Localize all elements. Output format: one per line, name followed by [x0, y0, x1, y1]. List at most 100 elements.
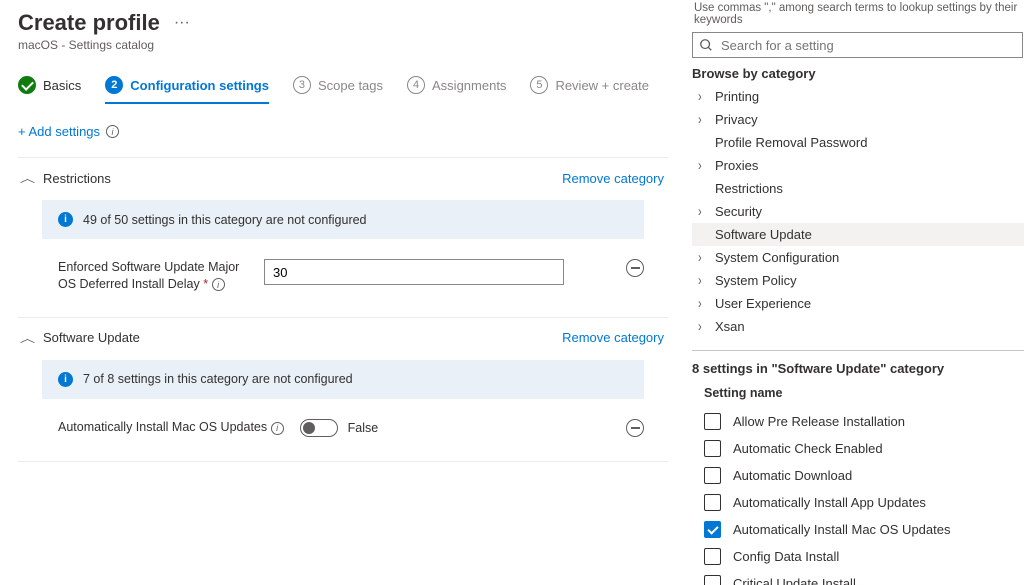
step-review-create[interactable]: 5 Review + create — [530, 76, 649, 94]
checkbox[interactable] — [704, 548, 721, 565]
chevron-right-icon: › — [698, 158, 707, 174]
setting-option[interactable]: Automatic Download — [692, 462, 1024, 489]
search-icon — [699, 38, 713, 52]
checkbox[interactable] — [704, 440, 721, 457]
category-item-label: Xsan — [715, 319, 745, 334]
chevron-right-icon: › — [698, 112, 707, 128]
setting-option[interactable]: Allow Pre Release Installation — [692, 408, 1024, 435]
checkbox[interactable] — [704, 413, 721, 430]
settings-count: 8 settings in "Software Update" category — [692, 361, 1024, 376]
setting-option-label: Automatically Install Mac OS Updates — [733, 522, 950, 537]
search-hint: Use commas "," among search terms to loo… — [692, 0, 1024, 32]
page-subtitle: macOS - Settings catalog — [18, 38, 668, 52]
setting-option[interactable]: Config Data Install — [692, 543, 1024, 570]
setting-option[interactable]: Critical Update Install — [692, 570, 1024, 585]
chevron-up-icon[interactable]: ︿ — [20, 330, 35, 346]
category-item-label: Printing — [715, 89, 759, 104]
info-icon[interactable]: i — [106, 125, 119, 138]
step-basics[interactable]: Basics — [18, 76, 81, 94]
setting-option[interactable]: Automatically Install App Updates — [692, 489, 1024, 516]
checkbox[interactable] — [704, 521, 721, 538]
more-icon[interactable]: ··· — [174, 15, 190, 31]
step-label: Scope tags — [318, 78, 383, 93]
category-item-label: Privacy — [715, 112, 758, 127]
step-configuration-settings[interactable]: 2 Configuration settings — [105, 76, 269, 104]
category-title: Software Update — [43, 330, 140, 345]
checkbox[interactable] — [704, 494, 721, 511]
checkbox[interactable] — [704, 467, 721, 484]
category-item-label: Profile Removal Password — [715, 135, 867, 150]
toggle-value: False — [348, 421, 379, 435]
setting-option-label: Allow Pre Release Installation — [733, 414, 905, 429]
category-item[interactable]: › Xsan — [692, 315, 1024, 338]
setting-option[interactable]: Automatic Check Enabled — [692, 435, 1024, 462]
category-title: Restrictions — [43, 171, 111, 186]
info-text: 7 of 8 settings in this category are not… — [83, 372, 353, 386]
auto-install-toggle[interactable] — [300, 419, 338, 437]
category-item-label: System Policy — [715, 273, 797, 288]
remove-category-link[interactable]: Remove category — [562, 330, 664, 345]
category-item[interactable]: › User Experience — [692, 292, 1024, 315]
remove-category-link[interactable]: Remove category — [562, 171, 664, 186]
info-icon: i — [58, 212, 73, 227]
remove-setting-button[interactable] — [626, 259, 644, 277]
column-header: Setting name — [704, 386, 1024, 400]
add-settings-link[interactable]: + Add settings — [18, 124, 100, 139]
category-item-label: User Experience — [715, 296, 811, 311]
checkbox[interactable] — [704, 575, 721, 585]
info-text: 49 of 50 settings in this category are n… — [83, 213, 367, 227]
category-list: ›Printing›Privacy›Profile Removal Passwo… — [692, 85, 1024, 338]
chevron-up-icon[interactable]: ︿ — [20, 170, 35, 186]
divider — [692, 350, 1024, 351]
category-software-update: ︿ Software Update Remove category i 7 of… — [18, 317, 668, 462]
wizard-steps: Basics 2 Configuration settings 3 Scope … — [18, 76, 668, 102]
setting-option-label: Automatic Download — [733, 468, 852, 483]
setting-option-label: Config Data Install — [733, 549, 839, 564]
chevron-right-icon: › — [698, 89, 707, 105]
chevron-right-icon: › — [698, 319, 707, 335]
category-item[interactable]: › Privacy — [692, 108, 1024, 131]
category-item[interactable]: › System Policy — [692, 269, 1024, 292]
category-info-bar: i 7 of 8 settings in this category are n… — [42, 360, 644, 399]
step-label: Basics — [43, 78, 81, 93]
category-item-label: Proxies — [715, 158, 758, 173]
info-icon: i — [58, 372, 73, 387]
category-restrictions: ︿ Restrictions Remove category i 49 of 5… — [18, 157, 668, 299]
chevron-right-icon: › — [698, 296, 707, 312]
category-item-label: Restrictions — [715, 181, 783, 196]
category-item[interactable]: › Security — [692, 200, 1024, 223]
category-item[interactable]: ›Profile Removal Password — [692, 131, 1024, 154]
chevron-right-icon: › — [698, 250, 707, 266]
category-item-label: Software Update — [715, 227, 812, 242]
step-label: Assignments — [432, 78, 506, 93]
settings-search[interactable] — [692, 32, 1023, 58]
search-input[interactable] — [719, 37, 1016, 54]
category-item[interactable]: ›Restrictions — [692, 177, 1024, 200]
setting-label: Automatically Install Mac OS Updates i — [58, 419, 284, 436]
setting-option-label: Automatically Install App Updates — [733, 495, 926, 510]
setting-option[interactable]: Automatically Install Mac OS Updates — [692, 516, 1024, 543]
browse-by-category-title: Browse by category — [692, 66, 1024, 81]
category-item[interactable]: ›System Configuration — [692, 246, 1024, 269]
remove-setting-button[interactable] — [626, 419, 644, 437]
category-item-label: Security — [715, 204, 762, 219]
step-scope-tags[interactable]: 3 Scope tags — [293, 76, 383, 94]
setting-option-label: Critical Update Install — [733, 576, 856, 585]
step-label: Review + create — [555, 78, 649, 93]
category-item[interactable]: ›Software Update — [692, 223, 1024, 246]
category-item[interactable]: › Proxies — [692, 154, 1024, 177]
page-header: Create profile ··· macOS - Settings cata… — [18, 0, 668, 52]
setting-label: Enforced Software Update Major OS Deferr… — [58, 259, 248, 293]
setting-option-label: Automatic Check Enabled — [733, 441, 883, 456]
info-icon[interactable]: i — [271, 422, 284, 435]
info-icon[interactable]: i — [212, 278, 225, 291]
category-info-bar: i 49 of 50 settings in this category are… — [42, 200, 644, 239]
chevron-right-icon: › — [698, 273, 707, 289]
page-title: Create profile — [18, 10, 160, 36]
deferred-install-delay-input[interactable] — [264, 259, 564, 285]
step-assignments[interactable]: 4 Assignments — [407, 76, 506, 94]
settings-option-list: Allow Pre Release Installation Automatic … — [692, 408, 1024, 585]
chevron-right-icon: › — [698, 204, 707, 220]
step-label: Configuration settings — [130, 78, 269, 93]
category-item[interactable]: › Printing — [692, 85, 1024, 108]
